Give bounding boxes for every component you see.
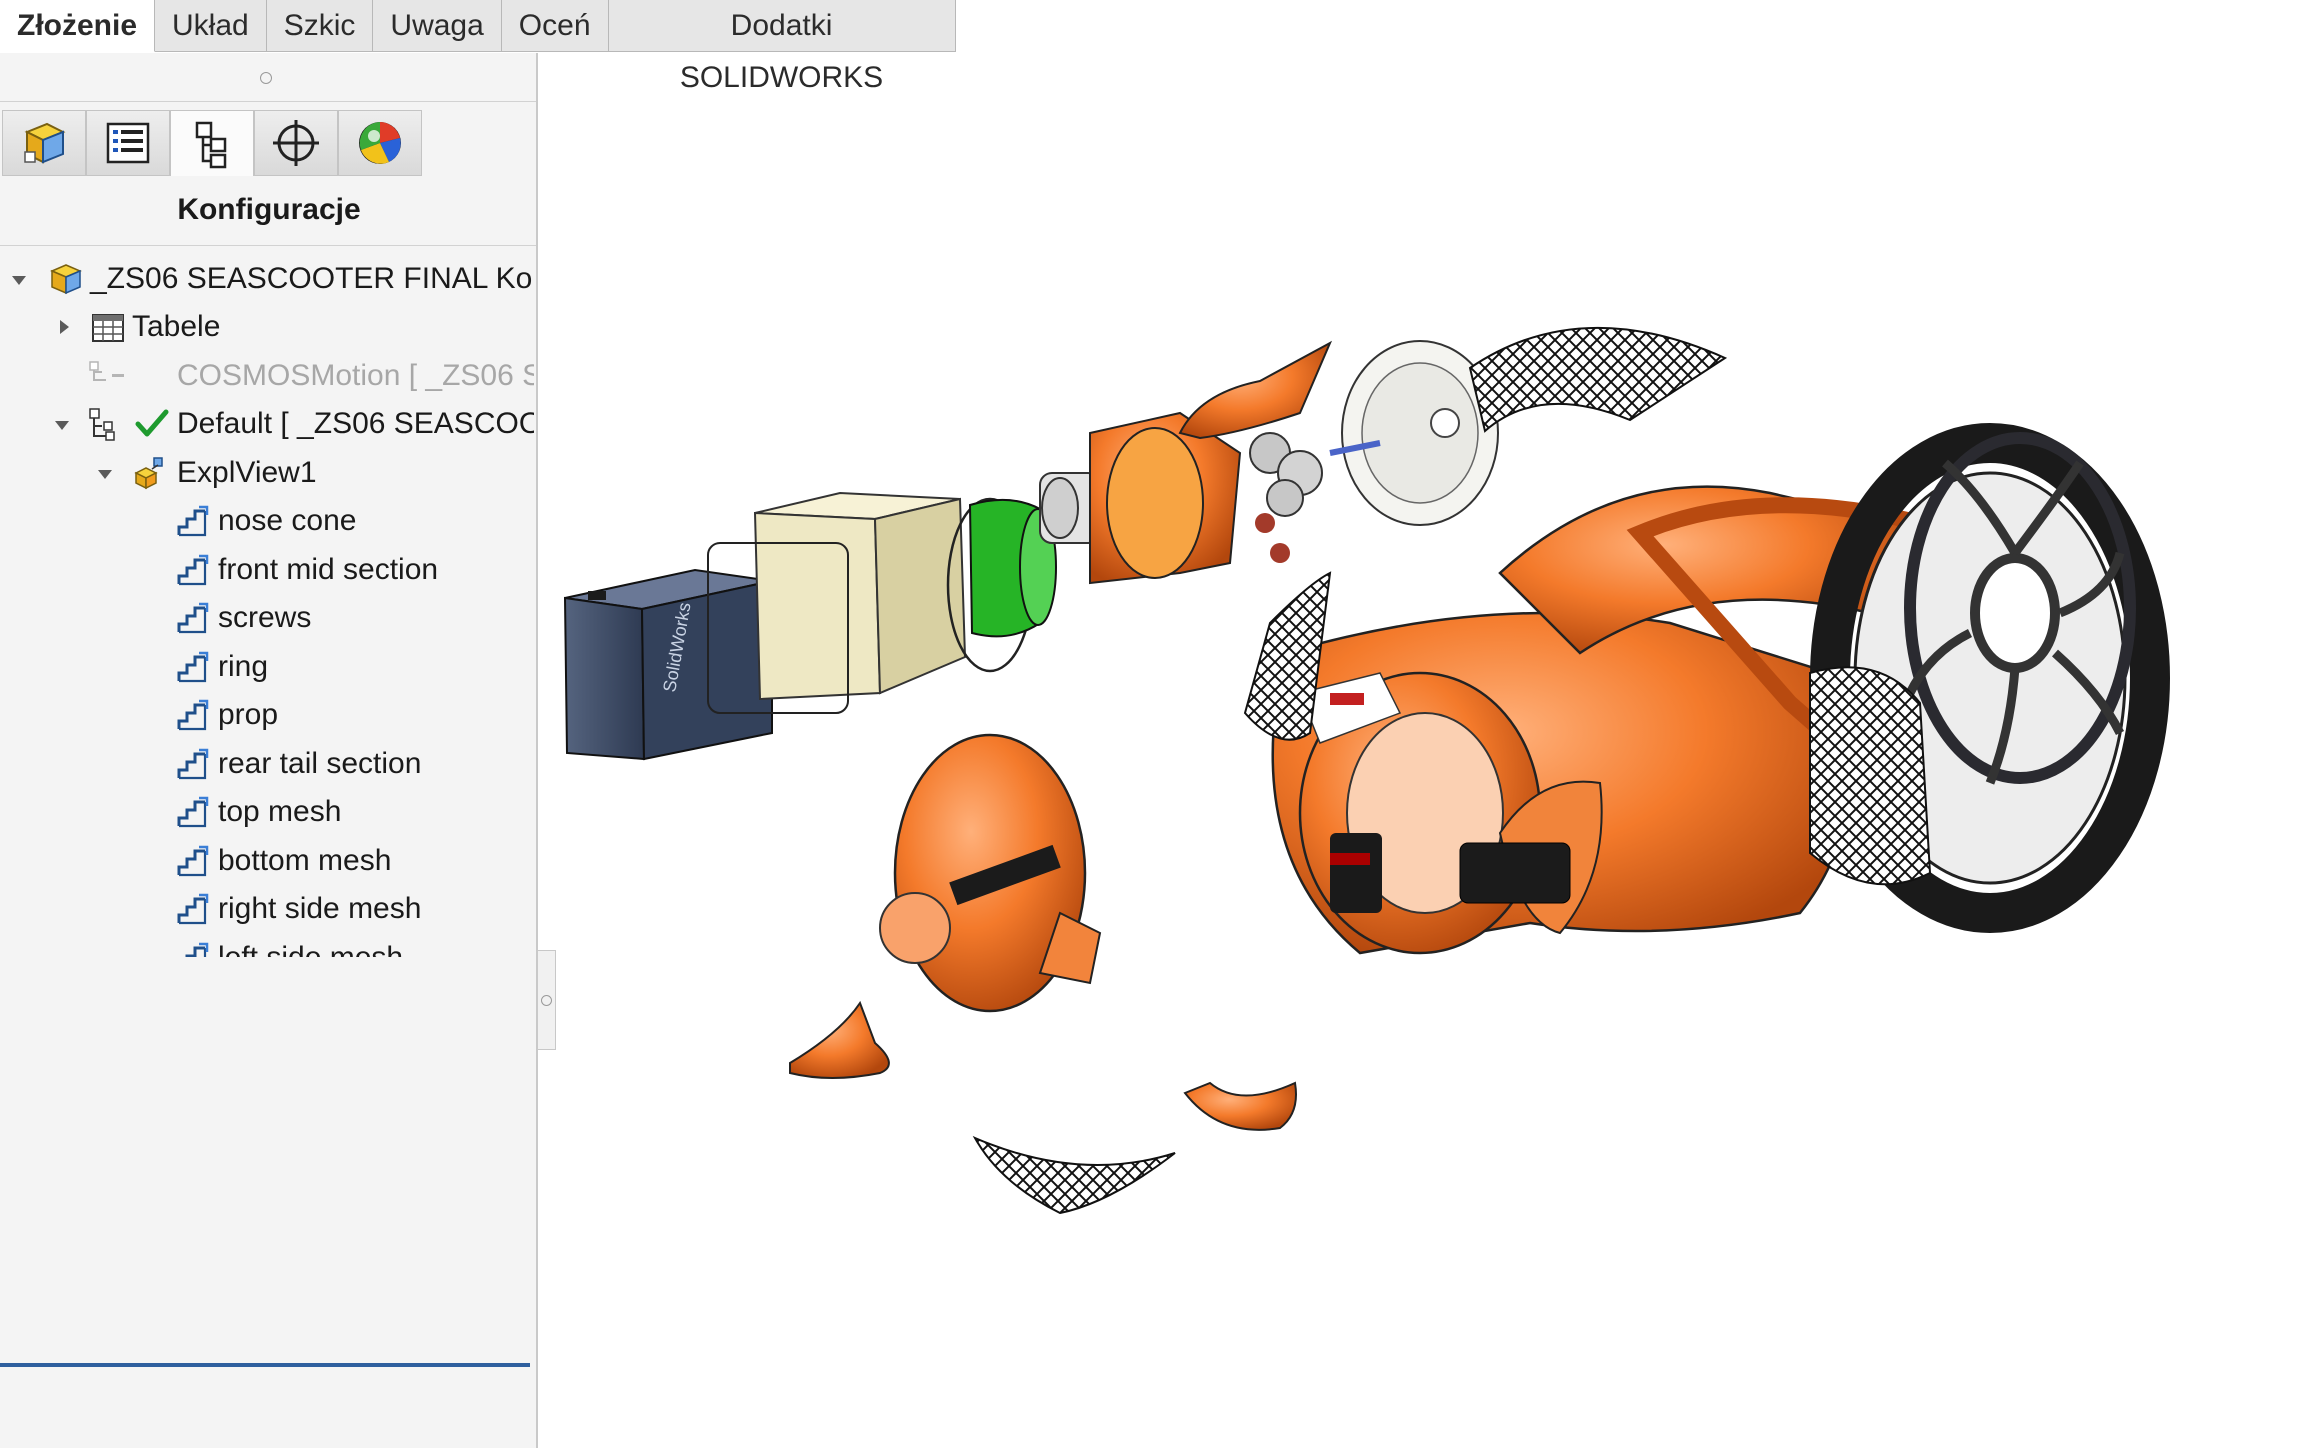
tree-item-default[interactable]: Default [ _ZS06 SEASCOOT — [0, 402, 534, 446]
exploded-view-icon — [134, 457, 163, 490]
explode-step-label: bottom mesh — [218, 843, 392, 877]
front-mid-section-part — [1089, 411, 1242, 585]
divider — [0, 101, 536, 102]
tab-szkic[interactable]: Szkic — [266, 0, 374, 52]
explode-step-item[interactable]: front mid section — [0, 548, 534, 592]
explode-step-icon — [177, 554, 209, 585]
fin1-part — [1178, 340, 1333, 440]
explode-step-label: right side mesh — [218, 892, 422, 925]
explode-step-icon — [177, 845, 209, 876]
explode-step-item[interactable]: ring — [0, 645, 534, 689]
chevron-down-icon[interactable] — [12, 276, 26, 285]
gears-part — [1249, 432, 1323, 563]
explode-step-item[interactable]: bottom mesh — [0, 839, 534, 883]
configurationmanager-icon — [195, 121, 227, 168]
configuration-tree: _ZS06 SEASCOOTER FINAL Konfig Tabele COS… — [0, 257, 534, 957]
configuration-suppressed-icon — [89, 361, 124, 381]
battery-part: SolidWorks — [563, 568, 773, 761]
explode-step-icon — [177, 602, 209, 634]
tree-label-explview1: ExplView1 — [177, 456, 317, 489]
chevron-down-icon[interactable] — [55, 421, 69, 430]
explode-step-label: screws — [218, 601, 312, 634]
exploded-assembly-model[interactable]: SolidWorks — [540, 53, 2319, 1448]
tab-uwaga[interactable]: Uwaga — [373, 0, 502, 52]
divider — [0, 245, 536, 246]
tab-zlozenie[interactable]: Złożenie — [0, 0, 156, 52]
tree-item-explview1[interactable]: ExplView1 — [0, 451, 534, 495]
tree-label-default: Default [ _ZS06 SEASCOOT — [177, 407, 534, 440]
feature-manager-panel: Konfiguracje _ZS06 SEASCOOTER FINAL Konf… — [0, 53, 538, 1448]
explode-step-label: ring — [218, 649, 269, 683]
explode-step-icon — [177, 893, 209, 925]
top-mesh-part — [1468, 326, 1728, 433]
panel-resize-grip[interactable] — [260, 72, 272, 84]
dimxpert-tab[interactable] — [254, 110, 338, 176]
chevron-down-icon[interactable] — [98, 470, 112, 479]
display-manager-tab[interactable] — [338, 110, 422, 176]
nose-dome-part — [879, 733, 1102, 1013]
explode-step-item[interactable]: right side mesh — [0, 887, 534, 931]
explode-step-label: prop — [218, 698, 279, 731]
explode-step-item[interactable]: left side mesh — [0, 936, 534, 958]
tab-dodatki-solidworks[interactable]: Dodatki SOLIDWORKS — [608, 0, 956, 94]
bottom-mesh-part — [972, 1135, 1176, 1215]
tab-ocen[interactable]: Oceń — [501, 0, 609, 52]
explode-step-label: left side mesh — [218, 940, 404, 958]
explode-step-label: top mesh — [218, 795, 342, 828]
tree-label-tables: Tabele — [132, 310, 221, 343]
propertymanager-icon — [106, 122, 150, 164]
explode-step-icon — [177, 505, 209, 537]
tree-item-tables[interactable]: Tabele — [0, 305, 534, 349]
explode-step-label: nose cone — [218, 504, 357, 537]
graphics-viewport[interactable]: SolidWorks — [540, 53, 2319, 1448]
explode-step-label: front mid section — [218, 552, 439, 586]
tree-label-cosmosmotion: COSMOSMotion [ _ZS06 SE — [177, 359, 534, 392]
featuremanager-icon — [24, 122, 66, 164]
fin2-part — [1183, 1081, 1297, 1131]
tab-uklad[interactable]: Układ — [155, 0, 267, 52]
explode-step-icon — [177, 699, 209, 731]
explode-step-item[interactable]: nose cone — [0, 499, 534, 543]
configurationmanager-tab[interactable] — [170, 110, 254, 176]
assembly-icon — [50, 264, 82, 295]
chevron-right-icon[interactable] — [60, 320, 69, 334]
crosshair-icon — [273, 120, 319, 166]
explode-step-icon — [177, 748, 209, 779]
table-icon — [92, 314, 124, 342]
tree-item-root[interactable]: _ZS06 SEASCOOTER FINAL Konfig — [0, 257, 534, 301]
explode-step-item[interactable]: screws — [0, 596, 534, 640]
fin4-part — [789, 1000, 890, 1079]
propertymanager-tab[interactable] — [86, 110, 170, 176]
explode-step-icon — [185, 942, 209, 957]
tree-item-cosmosmotion[interactable]: COSMOSMotion [ _ZS06 SE — [0, 354, 534, 398]
featuremanager-tab[interactable] — [2, 110, 86, 176]
right-side-mesh-part — [1809, 666, 1932, 886]
ribbon-tabbar: Złożenie Układ Szkic Uwaga Oceń Dodatki … — [0, 0, 956, 94]
explode-step-item[interactable]: prop — [0, 693, 534, 737]
explode-step-item[interactable]: rear tail section — [0, 742, 534, 786]
explode-step-item[interactable]: top mesh — [0, 790, 534, 834]
selection-underline — [0, 1363, 530, 1367]
panel-title: Konfiguracje — [177, 193, 361, 226]
display-manager-icon — [359, 122, 401, 164]
explode-step-icon — [177, 796, 209, 828]
manager-tabs — [2, 110, 422, 176]
checkmark-icon — [135, 409, 169, 437]
explode-step-icon — [177, 651, 209, 682]
configuration-icon — [89, 408, 115, 441]
explode-step-label: rear tail section — [218, 746, 422, 780]
tree-label-root: _ZS06 SEASCOOTER FINAL Konfig — [90, 262, 534, 295]
